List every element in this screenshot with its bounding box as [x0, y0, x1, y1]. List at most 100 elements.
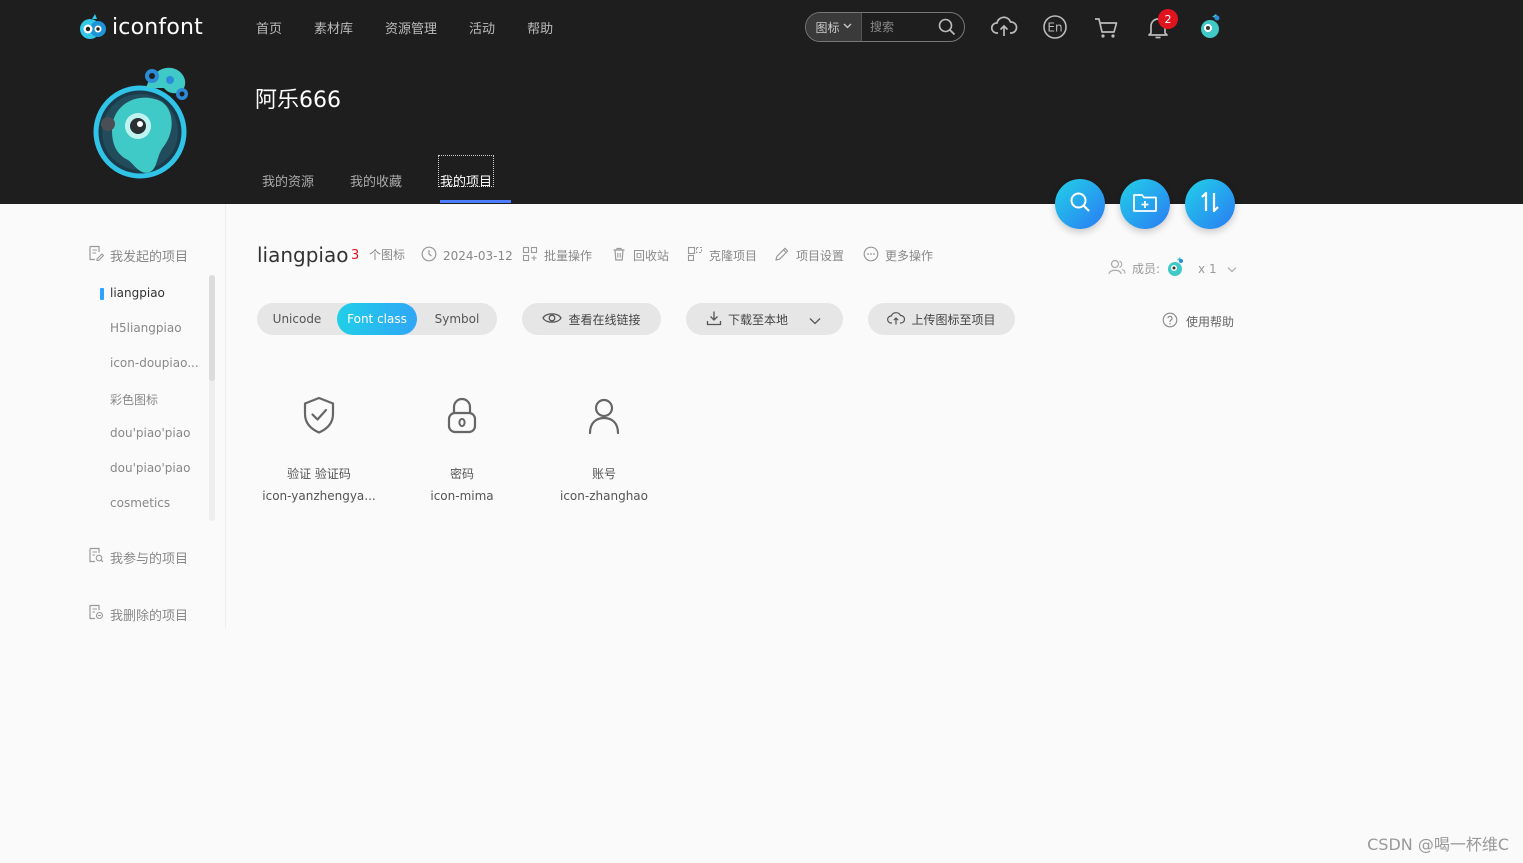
view-online-label: 查看在线链接: [568, 312, 641, 327]
project-settings-button[interactable]: 项目设置: [774, 246, 844, 265]
member-avatar: [1166, 256, 1192, 281]
sidebar-deleted-projects[interactable]: 我删除的项目: [88, 604, 188, 624]
more-actions-label: 更多操作: [885, 249, 934, 263]
clock-icon: [421, 246, 443, 265]
recycle-bin-button[interactable]: 回收站: [611, 246, 669, 265]
user-icon: [541, 395, 667, 435]
download-icon: [706, 310, 728, 329]
icon-display-name: 密码: [449, 467, 474, 481]
sidebar-deleted-label: 我删除的项目: [110, 608, 189, 624]
icon-count-unit: 个图标: [369, 246, 405, 263]
profile-header: iconfont 首页 素材库 资源管理 活动 帮助 图标 En: [0, 0, 1523, 204]
icon-count-unit-label: 个图标: [369, 248, 406, 262]
project-icon-count: 3: [351, 248, 360, 263]
tab-my-projects[interactable]: 我的项目: [438, 155, 495, 190]
search-box: 图标: [805, 12, 965, 42]
search-type-select[interactable]: 图标: [806, 13, 862, 41]
site-logo[interactable]: iconfont: [78, 11, 203, 43]
sidebar-project-item[interactable]: cosmetics: [110, 496, 170, 510]
clone-icon: [687, 246, 709, 265]
icon-card[interactable]: 验证 验证码 icon-yanzhengya...: [256, 395, 382, 503]
icon-card[interactable]: 账号 icon-zhanghao: [541, 395, 667, 503]
mode-symbol-tab[interactable]: Symbol: [417, 303, 497, 335]
sidebar-created-projects[interactable]: 我发起的项目: [88, 245, 188, 265]
sidebar-joined-projects[interactable]: 我参与的项目: [88, 547, 188, 567]
sidebar-scrollbar-thumb[interactable]: [209, 275, 215, 381]
members-count: x 1: [1198, 261, 1217, 276]
sidebar-project-item[interactable]: dou'piao'piao: [110, 426, 190, 440]
sidebar-project-item[interactable]: 彩色图标: [110, 391, 158, 408]
notification-badge: 2: [1158, 9, 1178, 29]
icon-class-name: icon-mima: [430, 489, 494, 503]
cart-icon[interactable]: [1092, 13, 1120, 41]
project-date-value: 2024-03-12: [443, 248, 513, 263]
upload-cloud-icon: [887, 311, 911, 328]
csdn-watermark: CSDN @喝一杯维C: [1367, 835, 1509, 854]
tab-my-favorites[interactable]: 我的收藏: [350, 155, 402, 204]
active-project-marker: [100, 288, 104, 300]
project-members[interactable]: 成员: x 1: [1108, 256, 1243, 281]
clone-project-button[interactable]: 克隆项目: [687, 246, 757, 265]
trash-icon: [611, 246, 633, 265]
batch-operation-label: 批量操作: [544, 249, 593, 263]
members-label: 成员:: [1132, 262, 1161, 276]
tab-my-resources[interactable]: 我的资源: [262, 155, 314, 204]
upload-to-project-button[interactable]: 上传图标至项目: [868, 303, 1015, 335]
svg-text:En: En: [1047, 21, 1062, 35]
folder-add-icon: [1132, 191, 1158, 217]
sidebar-created-label: 我发起的项目: [110, 249, 189, 265]
shield-check-icon: [256, 395, 382, 435]
document-edit-icon: [88, 245, 110, 265]
chevron-down-icon[interactable]: [809, 314, 827, 328]
more-actions-button[interactable]: 更多操作: [863, 246, 933, 265]
sidebar-project-item[interactable]: liangpiao: [110, 286, 165, 300]
search-fab-button[interactable]: [1055, 179, 1105, 229]
nav-link-home[interactable]: 首页: [256, 18, 282, 37]
nav-link-events[interactable]: 活动: [469, 18, 495, 37]
mode-fontclass-tab[interactable]: Font class: [337, 303, 417, 335]
lock-icon: [399, 395, 525, 435]
download-local-button[interactable]: 下载至本地: [686, 303, 843, 335]
question-circle-icon: [1162, 312, 1186, 331]
pencil-icon: [774, 246, 796, 265]
nav-link-resources[interactable]: 资源管理: [385, 18, 437, 37]
icon-display-name: 验证 验证码: [287, 467, 351, 481]
document-search-icon: [88, 547, 110, 567]
iconfont-logo-icon: [78, 12, 108, 42]
sidebar-joined-label: 我参与的项目: [110, 551, 189, 567]
sort-arrows-icon: [1198, 191, 1222, 217]
language-en-icon[interactable]: En: [1041, 13, 1069, 41]
more-dots-icon: [863, 246, 885, 265]
nav-link-materials[interactable]: 素材库: [314, 18, 353, 37]
project-settings-label: 项目设置: [796, 249, 845, 263]
usage-help-label: 使用帮助: [1186, 315, 1235, 329]
search-icon[interactable]: [938, 18, 956, 40]
new-folder-fab-button[interactable]: [1120, 179, 1170, 229]
sidebar-project-item[interactable]: icon-doupiao...: [110, 356, 199, 370]
document-delete-icon: [88, 604, 110, 624]
sidebar-project-item[interactable]: dou'piao'piao: [110, 461, 190, 475]
nav-link-help[interactable]: 帮助: [527, 18, 553, 37]
active-tab-underline: [440, 200, 511, 203]
project-date: 2024-03-12: [421, 246, 513, 265]
search-input[interactable]: [870, 20, 940, 34]
user-avatar[interactable]: [1197, 12, 1225, 40]
upload-cloud-icon[interactable]: [990, 13, 1018, 41]
profile-username: 阿乐666: [255, 88, 341, 113]
sort-fab-button[interactable]: [1185, 179, 1235, 229]
top-navbar: iconfont 首页 素材库 资源管理 活动 帮助 图标 En: [0, 0, 1523, 54]
view-online-link-button[interactable]: 查看在线链接: [522, 303, 661, 335]
icon-card[interactable]: 密码 icon-mima: [399, 395, 525, 503]
search-type-label: 图标: [815, 20, 840, 35]
batch-operation-button[interactable]: 批量操作: [522, 246, 592, 265]
members-icon: [1108, 259, 1132, 278]
upload-to-project-label: 上传图标至项目: [911, 312, 996, 327]
chevron-down-icon: [843, 22, 852, 32]
grid-icon: [522, 246, 544, 265]
mode-unicode-tab[interactable]: Unicode: [257, 303, 337, 335]
chevron-down-icon: [1227, 262, 1243, 276]
icon-display-name: 账号: [591, 467, 616, 481]
sidebar-project-item[interactable]: H5liangpiao: [110, 321, 182, 335]
logo-text: iconfont: [112, 14, 203, 40]
usage-help-link[interactable]: 使用帮助: [1162, 312, 1234, 331]
